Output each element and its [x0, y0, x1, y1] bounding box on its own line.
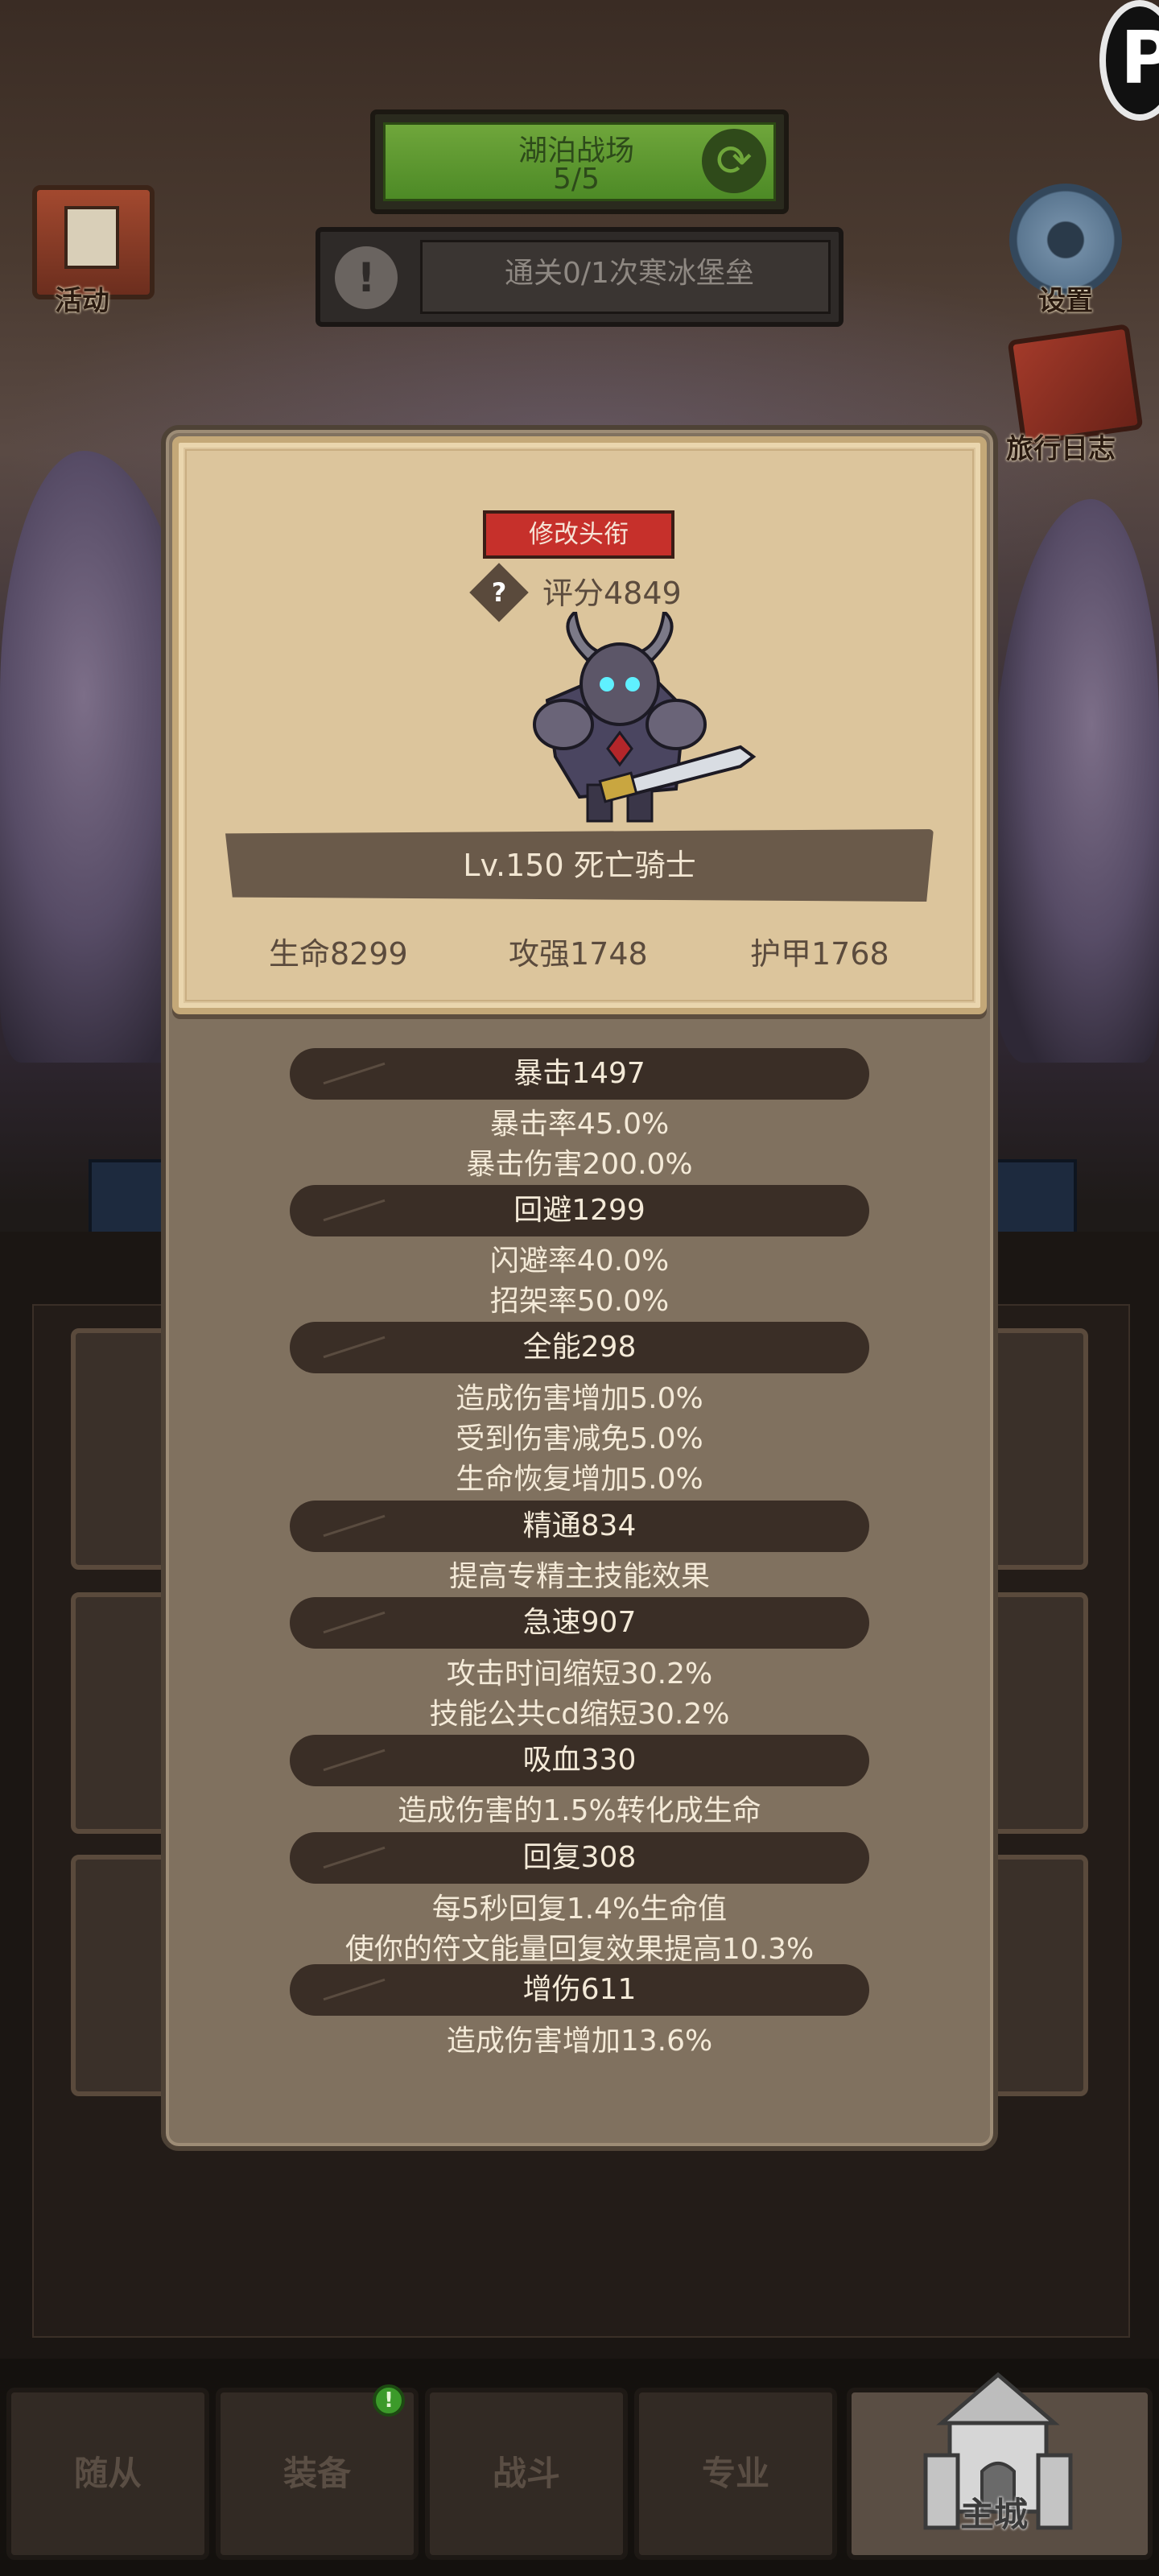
- refresh-icon[interactable]: ⟳: [702, 129, 766, 193]
- stat-armor: 护甲1768: [750, 936, 889, 972]
- attribute-title: 回复308: [522, 1841, 637, 1874]
- alert-icon: !: [335, 246, 398, 309]
- rename-title-button[interactable]: 修改头衔: [483, 510, 674, 559]
- tab-battle-label: 战斗: [492, 2454, 560, 2493]
- hero-portrait: [533, 612, 757, 823]
- attribute-line: 造成伤害增加5.0%: [456, 1382, 703, 1415]
- attribute-title: 暴击1497: [514, 1057, 645, 1090]
- tab-profession-label: 专业: [701, 2454, 769, 2493]
- attribute-line: 技能公共cd缩短30.2%: [429, 1698, 730, 1731]
- attribute-line: 造成伤害的1.5%转化成生命: [398, 1794, 761, 1827]
- character-name: Lv.150 死亡骑士: [463, 848, 696, 883]
- attribute-line: 受到伤害减免5.0%: [456, 1422, 703, 1455]
- settings-label: 设置: [1038, 285, 1093, 317]
- score-value: 评分4849: [542, 576, 682, 611]
- attribute-title: 精通834: [522, 1509, 637, 1542]
- stat-hp: 生命8299: [269, 936, 408, 972]
- battlefield-progress: 5/5: [553, 163, 600, 196]
- attribute-line: 攻击时间缩短30.2%: [446, 1657, 713, 1690]
- attribute-title: 全能298: [522, 1331, 637, 1364]
- activity-label: 活动: [55, 285, 109, 317]
- attribute-line: 暴击率45.0%: [489, 1108, 670, 1141]
- tab-main-city-label: 主城: [959, 2495, 1028, 2534]
- journal-label: 旅行日志: [1006, 433, 1116, 465]
- attribute-title: 增伤611: [522, 1973, 637, 2006]
- attribute-line: 造成伤害增加13.6%: [446, 2025, 713, 2058]
- attribute-line: 生命恢复增加5.0%: [456, 1463, 703, 1496]
- battlefield-panel[interactable]: 湖泊战场 5/5 ⟳: [370, 109, 789, 214]
- attribute-line: 招架率50.0%: [489, 1285, 670, 1318]
- attribute-line: 提高专精主技能效果: [448, 1560, 710, 1593]
- quest-text: 通关0/1次寒冰堡垒: [505, 257, 754, 290]
- stat-attack: 攻强1748: [509, 936, 648, 972]
- attribute-line: 暴击伤害200.0%: [466, 1148, 693, 1181]
- tab-followers-label: 随从: [73, 2454, 142, 2493]
- attribute-title: 急速907: [522, 1606, 637, 1639]
- attribute-line: 使你的符文能量回复效果提高10.3%: [344, 1933, 815, 1966]
- attribute-title: 回避1299: [514, 1194, 645, 1227]
- attribute-title: 吸血330: [522, 1744, 637, 1777]
- notification-badge: !: [373, 2384, 405, 2417]
- attribute-line: 闪避率40.0%: [489, 1245, 670, 1278]
- attribute-line: 每5秒回复1.4%生命值: [431, 1893, 728, 1926]
